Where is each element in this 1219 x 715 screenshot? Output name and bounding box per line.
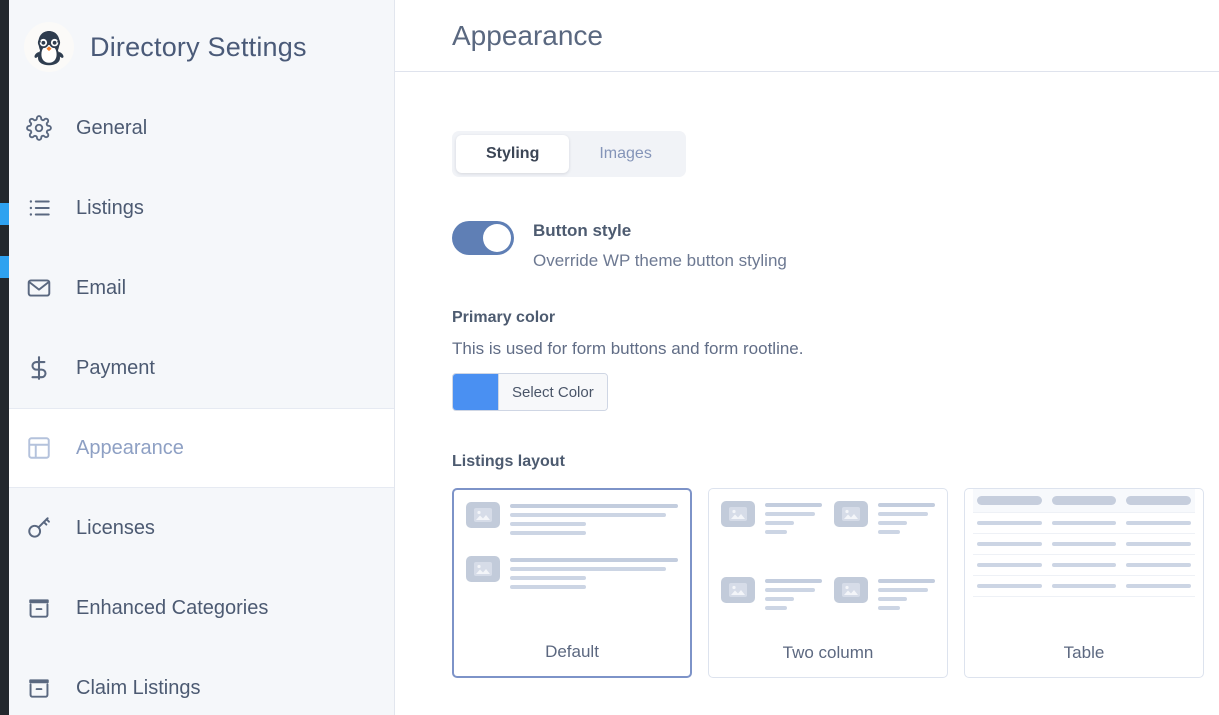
list-icon [24,193,54,223]
page-title: Appearance [452,19,604,51]
button-style-setting: Button style Override WP theme button st… [452,219,1219,271]
wp-edge-accent-bottom [0,256,9,278]
text-placeholder-lines [510,502,678,540]
sidebar-item-general[interactable]: General [0,88,394,168]
sidebar-item-enhanced-categories[interactable]: Enhanced Categories [0,568,394,648]
layout-option-default[interactable]: Default [452,488,692,679]
layout-option-label: Table [1063,643,1105,663]
toggle-knob [483,224,511,252]
tab-group: Styling Images [452,131,686,177]
settings-sidebar: Directory Settings General Listings Emai… [0,0,395,715]
select-color-button[interactable]: Select Color [452,373,608,412]
sidebar-item-label: Claim Listings [76,676,201,699]
penguin-mascot-logo-icon [24,22,74,72]
layout-preview-default [466,502,678,642]
sidebar-nav: General Listings Email Payment Appearanc… [0,88,394,715]
button-style-text: Button style Override WP theme button st… [533,219,787,271]
tab-images[interactable]: Images [569,135,681,173]
key-icon [24,513,54,543]
image-placeholder-icon [834,577,868,604]
brand-title: Directory Settings [90,31,307,62]
text-placeholder-lines [878,501,935,539]
button-style-label: Button style [533,221,632,240]
listings-layout-setting: Listings layout Default Two column Table [452,453,1219,679]
layout-option-two-column[interactable]: Two column [708,488,948,679]
text-placeholder-lines [510,556,678,594]
main-content: Appearance Styling Images Button style O… [395,0,1219,715]
button-style-toggle[interactable] [452,221,514,255]
layout-preview-table [965,489,1203,643]
layout-option-label: Default [545,642,599,662]
layout-option-label: Two column [782,643,874,663]
table-preview-row [973,576,1195,598]
primary-color-setting: Primary color This is used for form butt… [452,309,1219,415]
image-placeholder-icon [834,501,868,528]
layout-option-list: Default Two column Table [452,488,1219,679]
color-swatch [453,374,498,411]
sidebar-item-payment[interactable]: Payment [0,328,394,408]
app-root: Directory Settings General Listings Emai… [0,0,1219,715]
layout-option-table[interactable]: Table [964,488,1204,679]
archive-box-icon [24,673,54,703]
text-placeholder-lines [765,501,822,539]
text-placeholder-lines [765,577,822,615]
primary-color-description: This is used for form buttons and form r… [452,339,804,359]
sidebar-item-label: Licenses [76,516,155,539]
sidebar-item-appearance[interactable]: Appearance [0,408,394,488]
image-placeholder-icon [721,577,755,604]
layout-preview-two-column [721,501,935,643]
select-color-label: Select Color [498,374,607,411]
table-preview-row [973,534,1195,556]
sidebar-item-label: General [76,116,148,139]
page-header: Appearance [395,0,1219,72]
listings-layout-title: Listings layout [452,453,565,471]
sidebar-item-label: Email [76,276,127,299]
image-placeholder-icon [721,501,755,528]
table-preview-header [973,489,1195,514]
dollar-sign-icon [24,353,54,383]
wp-admin-edge-strip [0,0,9,715]
sidebar-item-label: Enhanced Categories [76,596,269,619]
table-preview-row [973,555,1195,577]
sidebar-item-licenses[interactable]: Licenses [0,488,394,568]
tab-styling[interactable]: Styling [456,135,570,173]
settings-body: Styling Images Button style Override WP … [395,72,1219,679]
text-placeholder-lines [878,577,935,615]
button-style-description: Override WP theme button styling [533,251,787,271]
brand-header: Directory Settings [0,0,394,80]
layout-panel-icon [24,433,54,463]
sidebar-item-listings[interactable]: Listings [0,168,394,248]
archive-box-icon [24,593,54,623]
primary-color-title: Primary color [452,309,556,327]
envelope-icon [24,273,54,303]
gear-icon [24,113,54,143]
image-placeholder-icon [466,502,500,529]
sidebar-item-label: Payment [76,356,155,379]
sidebar-item-label: Listings [76,196,144,219]
wp-edge-accent-top [0,203,9,225]
table-preview-row [973,513,1195,535]
sidebar-item-claim-listings[interactable]: Claim Listings [0,648,394,715]
sidebar-item-label: Appearance [76,436,184,459]
image-placeholder-icon [466,556,500,583]
sidebar-item-email[interactable]: Email [0,248,394,328]
